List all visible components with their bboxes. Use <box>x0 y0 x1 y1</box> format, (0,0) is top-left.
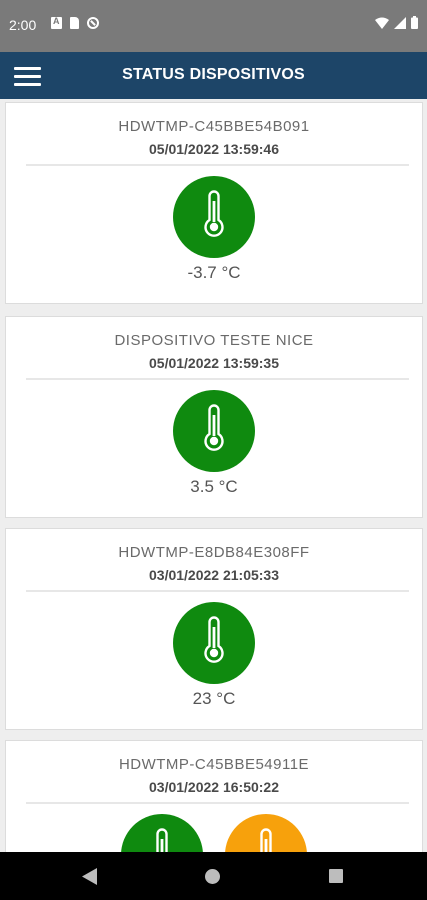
divider <box>26 590 409 592</box>
thermometer-icon[interactable] <box>173 390 255 472</box>
temperature-value: 3.5 °C <box>190 477 238 496</box>
thermometer-icon[interactable] <box>173 602 255 684</box>
page-title: STATUS DISPOSITIVOS <box>122 66 305 83</box>
signal-icon <box>394 16 406 29</box>
home-icon[interactable] <box>205 869 220 884</box>
device-card[interactable]: DISPOSITIVO TESTE NICE 05/01/2022 13:59:… <box>5 316 423 518</box>
device-date: 05/01/2022 13:59:35 <box>149 355 279 371</box>
divider <box>26 378 409 380</box>
notification-a-icon <box>51 16 62 29</box>
device-name: HDWTMP-C45BBE54B091 <box>118 118 310 135</box>
dnd-icon <box>87 17 99 29</box>
wifi-icon <box>375 17 389 29</box>
divider <box>26 802 409 804</box>
thermometer-icon[interactable] <box>225 814 307 852</box>
navigation-bar <box>0 852 427 900</box>
battery-icon <box>411 16 418 29</box>
device-list[interactable]: HDWTMP-C45BBE54B091 05/01/2022 13:59:46 … <box>5 102 424 852</box>
device-name: HDWTMP-C45BBE54911E <box>118 756 310 773</box>
thermometer-icon[interactable] <box>121 814 203 852</box>
device-name: DISPOSITIVO TESTE NICE <box>114 332 314 349</box>
temperature-value: -3.7 °C <box>187 263 241 282</box>
status-icons-right <box>375 16 418 29</box>
status-icons-left <box>51 16 99 29</box>
device-card[interactable]: HDWTMP-C45BBE54B091 05/01/2022 13:59:46 … <box>5 102 423 304</box>
recents-icon[interactable] <box>329 869 343 883</box>
thermometer-icon[interactable] <box>173 176 255 258</box>
device-name: HDWTMP-E8DB84E308FF <box>118 544 310 561</box>
device-date: 03/01/2022 16:50:22 <box>149 779 279 795</box>
device-card[interactable]: HDWTMP-C45BBE54911E 03/01/2022 16:50:22 <box>5 740 423 852</box>
status-bar: 2:00 <box>0 0 427 52</box>
status-time: 2:00 <box>9 17 37 33</box>
device-card[interactable]: HDWTMP-E8DB84E308FF 03/01/2022 21:05:33 … <box>5 528 423 730</box>
sd-card-icon <box>70 17 79 29</box>
app-bar: STATUS DISPOSITIVOS <box>0 52 427 99</box>
divider <box>26 164 409 166</box>
device-date: 03/01/2022 21:05:33 <box>149 567 279 583</box>
back-icon[interactable] <box>82 868 97 885</box>
device-date: 05/01/2022 13:59:46 <box>149 141 279 157</box>
temperature-value: 23 °C <box>192 689 236 708</box>
